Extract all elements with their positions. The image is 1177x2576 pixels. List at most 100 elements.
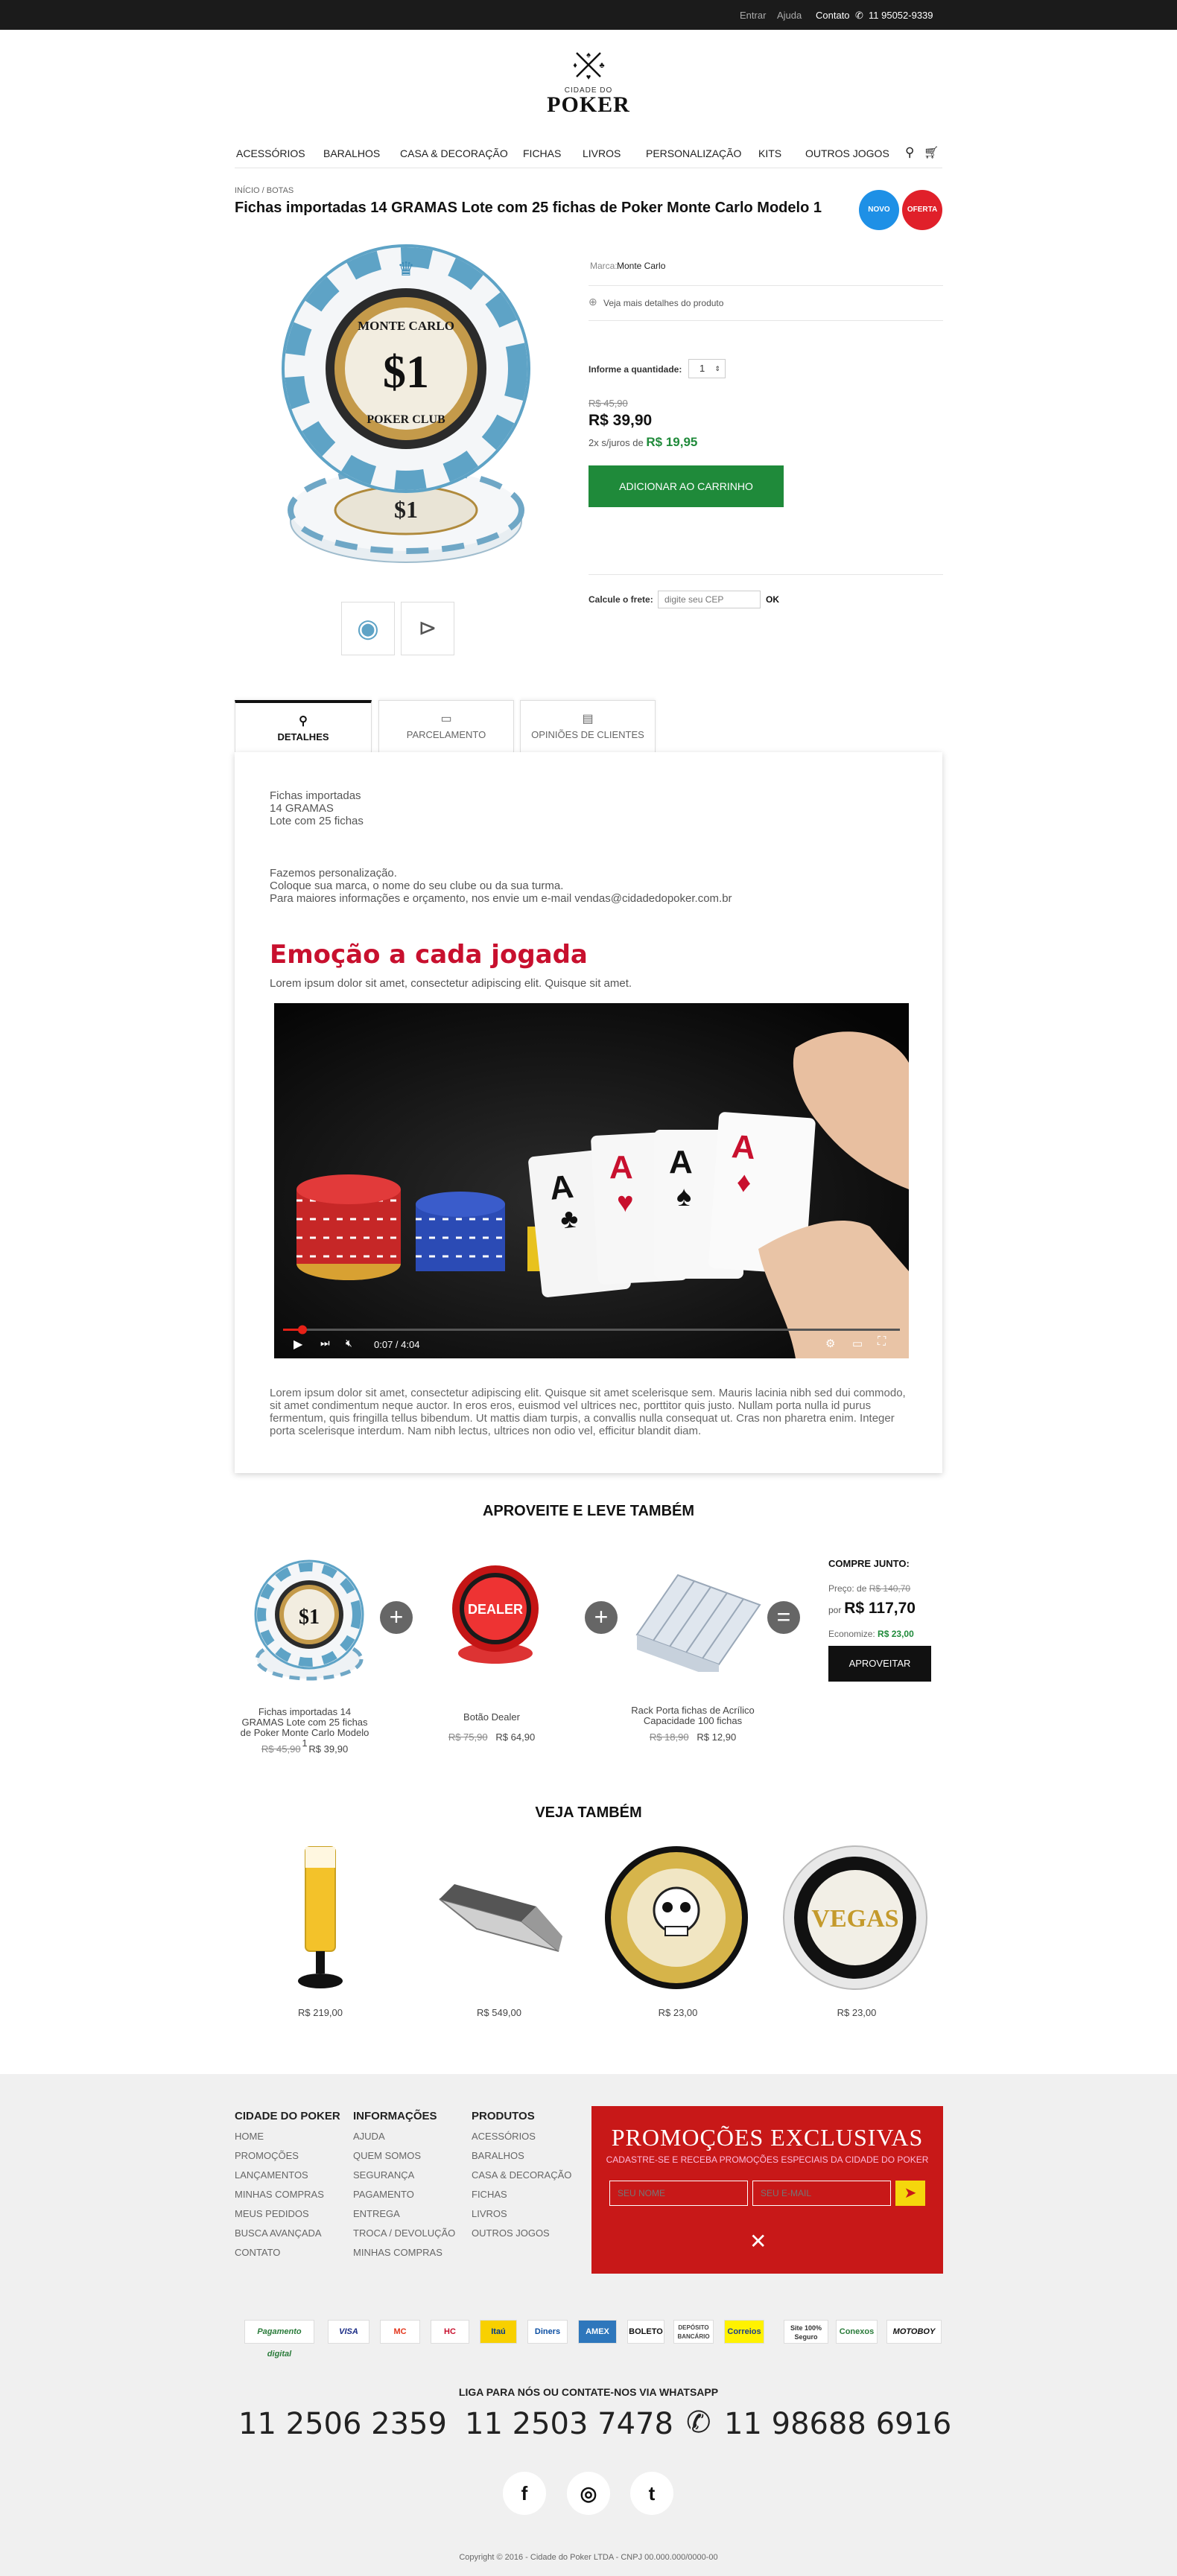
footer-link[interactable]: FICHAS <box>472 2189 571 2200</box>
newsletter-submit-arrow-icon[interactable]: ➤ <box>895 2181 925 2206</box>
whatsapp-phone-number[interactable]: 11 98688 6916 <box>724 2407 951 2441</box>
footer-link[interactable]: SEGURANÇA <box>353 2169 455 2181</box>
tab-opinioes[interactable]: ▤ OPINIÕES DE CLIENTES <box>520 700 656 752</box>
nav-item-fichas[interactable]: FICHAS <box>523 147 561 159</box>
footer-link[interactable]: LIVROS <box>472 2208 571 2219</box>
svg-text:♥: ♥ <box>617 1187 634 1218</box>
fullscreen-icon[interactable]: ⛶ <box>878 1335 886 1349</box>
nav-item-personalizacao[interactable]: PERSONALIZAÇÃO <box>646 147 741 159</box>
svg-text:♛: ♛ <box>397 258 414 280</box>
mute-icon[interactable]: 🔇︎ <box>346 1337 352 1349</box>
footer-link[interactable]: AJUDA <box>353 2131 455 2142</box>
footer-link[interactable]: BUSCA AVANÇADA <box>235 2227 340 2239</box>
bundle-item-name[interactable]: Fichas importadas 14 GRAMAS Lote com 25 … <box>237 1707 372 1749</box>
bundle-item-name[interactable]: Rack Porta fichas de Acrílico Capacidade… <box>626 1705 760 1726</box>
newsletter-name-input[interactable] <box>609 2181 748 2206</box>
breadcrumb[interactable]: INÍCIO / BOTAS <box>235 186 294 195</box>
nav-item-baralhos[interactable]: BARALHOS <box>323 147 380 159</box>
bundle-buy-button[interactable]: APROVEITAR <box>828 1646 931 1682</box>
related-product-skull-card-guard-image[interactable] <box>602 1843 751 1992</box>
cart-icon[interactable]: 🛒︎ <box>924 145 939 160</box>
thumbnail-video-play-icon[interactable]: ⊳ <box>401 602 454 655</box>
footer-link[interactable]: TROCA / DEVOLUÇÃO <box>353 2227 455 2239</box>
footer-link[interactable]: HOME <box>235 2131 340 2142</box>
footer-link[interactable]: MINHAS COMPRAS <box>235 2189 340 2200</box>
phone-number-2[interactable]: 11 2503 7478 <box>465 2407 673 2441</box>
newsletter-email-input[interactable] <box>752 2181 891 2206</box>
top-bar: Entrar Ajuda Contato ✆ 11 95052-9339 <box>0 0 1177 30</box>
thumbnail-chip[interactable]: ◉ <box>341 602 395 655</box>
instagram-icon[interactable]: ◎ <box>567 2472 610 2515</box>
tab-parcelamento[interactable]: ▭ PARCELAMENTO <box>378 700 514 752</box>
footer-link[interactable]: PAGAMENTO <box>353 2189 455 2200</box>
payment-mastercard-logo: MC <box>380 2320 420 2344</box>
footer-link[interactable]: OUTROS JOGOS <box>472 2227 571 2239</box>
old-price: R$ 45,90 <box>588 398 628 409</box>
settings-gear-icon[interactable]: ⚙ <box>825 1337 835 1350</box>
shipping-ok-button[interactable]: OK <box>766 594 779 605</box>
footer-link[interactable]: CONTATO <box>235 2247 340 2258</box>
next-icon[interactable]: ⏭ <box>320 1337 330 1349</box>
footer-col-informacoes: INFORMAÇÕES AJUDA QUEM SOMOS SEGURANÇA P… <box>353 2110 455 2258</box>
footer-link[interactable]: QUEM SOMOS <box>353 2150 455 2161</box>
bundle-item-name[interactable]: Botão Dealer <box>436 1711 548 1723</box>
related-product-vegas-card-guard-image[interactable]: VEGAS <box>781 1843 930 1992</box>
product-image[interactable]: $1 MONTE CARLO $1 POKER CLUB ♛ <box>264 242 548 577</box>
svg-text:VEGAS: VEGAS <box>811 1905 898 1933</box>
cep-input[interactable] <box>658 591 761 608</box>
nav-item-acessorios[interactable]: ACESSÓRIOS <box>236 147 305 159</box>
details-line: Para maiores informações e orçamento, no… <box>270 892 732 905</box>
more-details-row[interactable]: ⊕ Veja mais detalhes do produto <box>588 287 943 321</box>
contact-link[interactable]: Contato <box>816 10 850 21</box>
nav-item-livros[interactable]: LIVROS <box>583 147 621 159</box>
login-link[interactable]: Entrar <box>740 10 766 21</box>
footer-link[interactable]: BARALHOS <box>472 2150 571 2161</box>
related-product-beer-tower-image[interactable] <box>283 1839 358 1996</box>
bundle-item-rack-image[interactable] <box>629 1560 764 1679</box>
divider <box>588 536 943 575</box>
payment-amex-logo: AMEX <box>578 2320 617 2344</box>
facebook-icon[interactable]: f <box>503 2472 546 2515</box>
brand-row: Marca: Monte Carlo <box>588 253 943 286</box>
price: R$ 12,90 <box>697 1731 737 1743</box>
whatsapp-number[interactable]: 11 95052-9339 <box>869 10 933 21</box>
search-icon[interactable]: ⚲ <box>905 145 914 160</box>
footer-link[interactable]: CASA & DECORAÇÃO <box>472 2169 571 2181</box>
svg-text:$1: $1 <box>299 1606 320 1629</box>
footer-link[interactable]: ENTREGA <box>353 2208 455 2219</box>
footer-link[interactable]: ACESSÓRIOS <box>472 2131 571 2142</box>
svg-text:POKER CLUB: POKER CLUB <box>367 413 445 426</box>
add-to-cart-button[interactable]: ADICIONAR AO CARRINHO <box>588 465 784 507</box>
related-title: VEJA TAMBÉM <box>535 1804 642 1821</box>
more-details-link[interactable]: Veja mais detalhes do produto <box>603 298 723 308</box>
play-icon[interactable]: ▶ <box>294 1337 302 1352</box>
footer-link[interactable]: MINHAS COMPRAS <box>353 2247 455 2258</box>
bundle-item-chip-image[interactable]: $1 <box>253 1555 365 1689</box>
whatsapp-icon: ✆ <box>686 2405 711 2440</box>
product-video[interactable]: A ♣ A ♥ A ♠ A ♦ ▶ ⏭ 🔇︎ 0:07 / 4:04 ⚙ ▭ ⛶ <box>274 1003 909 1358</box>
clipboard-icon: ▤ <box>582 713 594 725</box>
brand-value[interactable]: Monte Carlo <box>617 261 665 271</box>
old-price: R$ 18,90 <box>649 1731 689 1743</box>
brand-label: Marca: <box>590 261 618 271</box>
footer-link[interactable]: MEUS PEDIDOS <box>235 2208 340 2219</box>
nav-item-kits[interactable]: KITS <box>758 147 781 159</box>
price: R$ 39,90 <box>308 1743 349 1755</box>
site-logo[interactable]: ♠ ♦ ♣ ♥ CIDADE DO POKER <box>544 48 633 119</box>
help-link[interactable]: Ajuda <box>777 10 802 21</box>
footer-link[interactable]: LANÇAMENTOS <box>235 2169 340 2181</box>
nav-item-outros-jogos[interactable]: OUTROS JOGOS <box>805 147 889 159</box>
installments: 2x s/juros de R$ 19,95 <box>588 435 697 450</box>
footer-link[interactable]: PROMOÇÕES <box>235 2150 340 2161</box>
stepper-arrows-icon[interactable]: ⇕ <box>714 360 720 378</box>
tab-detalhes[interactable]: ⚲ DETALHES <box>235 700 372 752</box>
phone-number-1[interactable]: 11 2506 2359 <box>238 2407 447 2441</box>
theater-mode-icon[interactable]: ▭ <box>852 1337 863 1350</box>
nav-item-casa-decoracao[interactable]: CASA & DECORAÇÃO <box>400 147 508 159</box>
related-product-card-shoe-image[interactable] <box>432 1877 566 1959</box>
video-time: 0:07 / 4:04 <box>374 1339 420 1350</box>
bundle-item-dealer-image[interactable]: DEALER <box>447 1560 544 1672</box>
twitter-icon[interactable]: t <box>630 2472 673 2515</box>
quantity-stepper[interactable]: 1 ⇕ <box>688 359 726 378</box>
related-price: R$ 23,00 <box>658 2007 698 2018</box>
